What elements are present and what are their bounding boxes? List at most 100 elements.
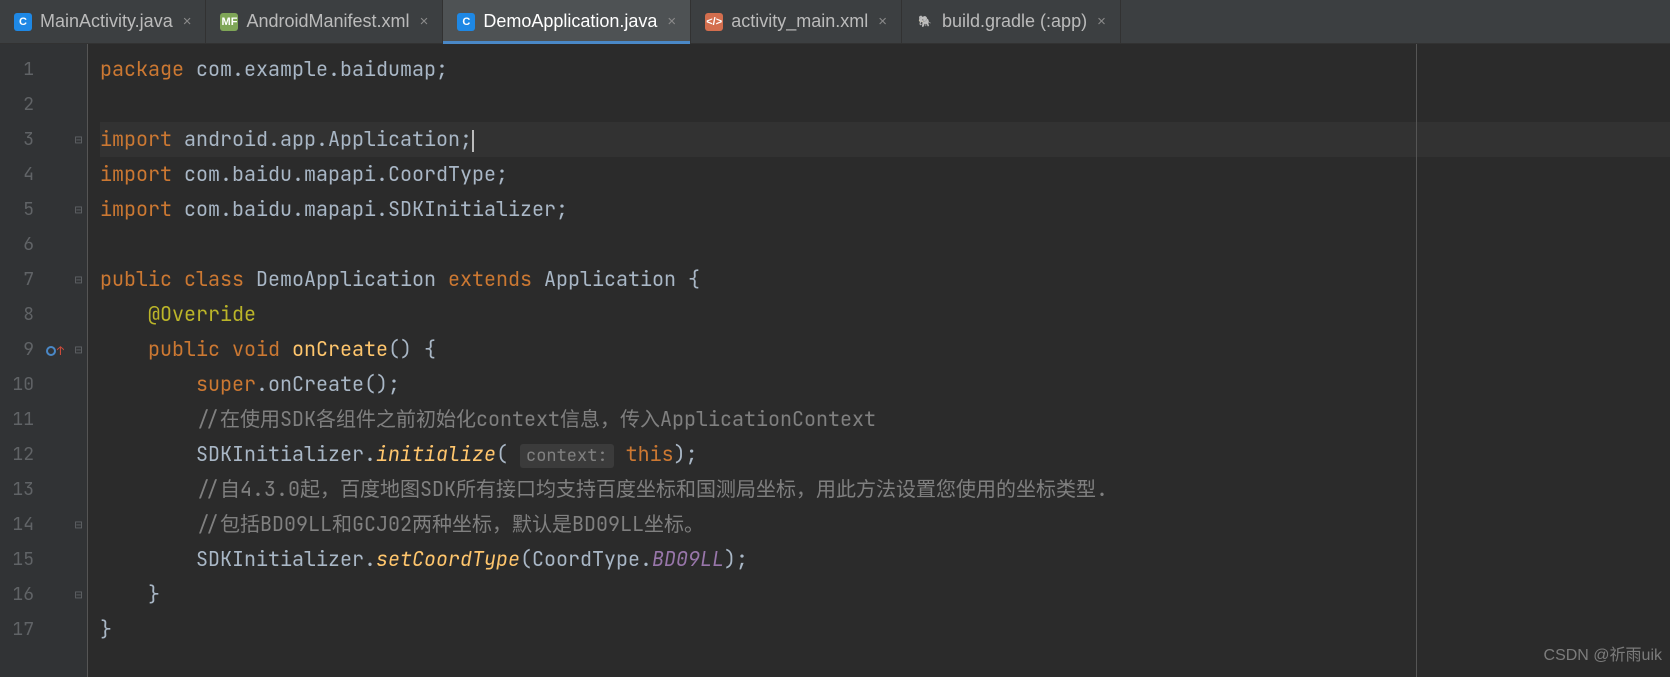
line-number[interactable]: 8 [0,297,34,332]
code-line-1[interactable]: package com.example.baidumap; [100,52,1670,87]
gutter-annotation-row [40,472,70,507]
keyword-package: package [100,56,196,82]
file-type-icon: C [457,13,475,31]
fold-toggle[interactable]: ⊟ [70,192,87,227]
file-type-icon: MF [220,13,238,31]
code-line-3[interactable]: import android.app.Application; [100,122,1670,157]
line-number[interactable]: 15 [0,542,34,577]
line-number[interactable]: 9 [0,332,34,367]
fold-toggle[interactable]: ⊟ [70,577,87,612]
code-line-12[interactable]: SDKInitializer.initialize( context: this… [100,437,1670,472]
code-area[interactable]: package com.example.baidumap; import and… [88,44,1670,677]
editor-tab-4[interactable]: 🐘build.gradle (:app)× [902,0,1121,43]
line-number[interactable]: 5 [0,192,34,227]
keyword-import: import [100,196,184,222]
gutter-annotation-row [40,542,70,577]
file-type-icon: C [14,13,32,31]
fold-toggle[interactable]: ⊟ [70,507,87,542]
line-number[interactable]: 17 [0,612,34,647]
tab-label: build.gradle (:app) [942,11,1087,32]
line-number[interactable]: 3 [0,122,34,157]
fold-toggle[interactable]: ⊟ [70,332,87,367]
override-gutter-icon[interactable]: ↑ [40,332,70,367]
gutter-annotation-row [40,157,70,192]
editor-tab-3[interactable]: </>activity_main.xml× [691,0,902,43]
tab-label: AndroidManifest.xml [246,11,409,32]
keyword-import: import [100,161,184,187]
editor-tab-1[interactable]: MF AndroidManifest.xml × [206,0,443,43]
tab-label: MainActivity.java [40,11,173,32]
line-number[interactable]: 4 [0,157,34,192]
gutter-annotation-row [40,262,70,297]
qualifier: SDKInitializer. [196,441,376,467]
close-icon[interactable]: × [420,13,429,30]
method-call: initialize [376,441,496,467]
qualifier: SDKInitializer. [196,546,376,572]
keyword-import: import [100,126,184,152]
code-line-8[interactable]: @Override [100,297,1670,332]
fold-gutter: ⊟ ⊟ ⊟ ⊟ ⊟ ⊟ [70,44,88,677]
method-params: () { [388,336,436,362]
gutter-annotation-row [40,227,70,262]
fold-gutter-row [70,367,87,402]
editor-tab-0[interactable]: C MainActivity.java × [0,0,206,43]
paren-close: ); [674,441,698,467]
code-line-7[interactable]: public class DemoApplication extends App… [100,262,1670,297]
right-margin-guide [1416,44,1417,677]
code-line-11[interactable]: //在使用SDK各组件之前初始化context信息，传入ApplicationC… [100,402,1670,437]
fold-gutter-row [70,227,87,262]
gutter-annotation-row [40,192,70,227]
annotation-override: @Override [148,301,256,327]
fold-gutter-row [70,472,87,507]
editor-tab-2[interactable]: C DemoApplication.java × [443,0,691,43]
close-icon[interactable]: × [878,13,887,30]
tab-label: DemoApplication.java [483,11,657,32]
code-line-17[interactable]: } [100,612,1670,647]
fold-gutter-row [70,297,87,332]
method-name: onCreate [292,336,388,362]
watermark-text: CSDN @祈雨uik [1544,638,1662,673]
brace-close: } [100,616,112,642]
line-number[interactable]: 1 [0,52,34,87]
code-line-14[interactable]: //包括BD09LL和GCJ02两种坐标，默认是BD09LL坐标。 [100,507,1670,542]
fold-toggle[interactable]: ⊟ [70,122,87,157]
code-line-10[interactable]: super.onCreate(); [100,367,1670,402]
fold-gutter-row [70,157,87,192]
line-number[interactable]: 13 [0,472,34,507]
tab-label: activity_main.xml [731,11,868,32]
code-line-6[interactable] [100,227,1670,262]
code-line-2[interactable] [100,87,1670,122]
gutter-annotation-row [40,367,70,402]
keyword-super: super [196,371,256,397]
fold-gutter-row [70,437,87,472]
close-icon[interactable]: × [183,13,192,30]
code-line-5[interactable]: import com.baidu.mapapi.SDKInitializer; [100,192,1670,227]
code-line-13[interactable]: //自4.3.0起，百度地图SDK所有接口均支持百度坐标和国测局坐标，用此方法设… [100,472,1670,507]
line-number[interactable]: 16 [0,577,34,612]
line-number[interactable]: 7 [0,262,34,297]
gutter-annotation-row [40,577,70,612]
comment: //自4.3.0起，百度地图SDK所有接口均支持百度坐标和国测局坐标，用此方法设… [196,476,1108,502]
line-number[interactable]: 2 [0,87,34,122]
line-number[interactable]: 10 [0,367,34,402]
param-hint-context: context: [520,444,614,468]
paren: (CoordType. [520,546,652,572]
close-icon[interactable]: × [667,13,676,30]
gutter-annotation-row [40,437,70,472]
gutter-annotation-row [40,507,70,542]
line-number[interactable]: 12 [0,437,34,472]
code-line-15[interactable]: SDKInitializer.setCoordType(CoordType.BD… [100,542,1670,577]
line-number[interactable]: 6 [0,227,34,262]
close-icon[interactable]: × [1097,13,1106,30]
code-line-4[interactable]: import com.baidu.mapapi.CoordType; [100,157,1670,192]
import-target: com.baidu.mapapi.CoordType; [184,161,508,187]
line-number[interactable]: 11 [0,402,34,437]
keyword-this: this [626,441,674,467]
code-line-9[interactable]: public void onCreate() { [100,332,1670,367]
fold-gutter-row [70,52,87,87]
code-line-16[interactable]: } [100,577,1670,612]
line-number-gutter: 1234567891011121314151617 [0,44,40,677]
line-number[interactable]: 14 [0,507,34,542]
fold-toggle[interactable]: ⊟ [70,262,87,297]
annotation-gutter: ↑ [40,44,70,677]
